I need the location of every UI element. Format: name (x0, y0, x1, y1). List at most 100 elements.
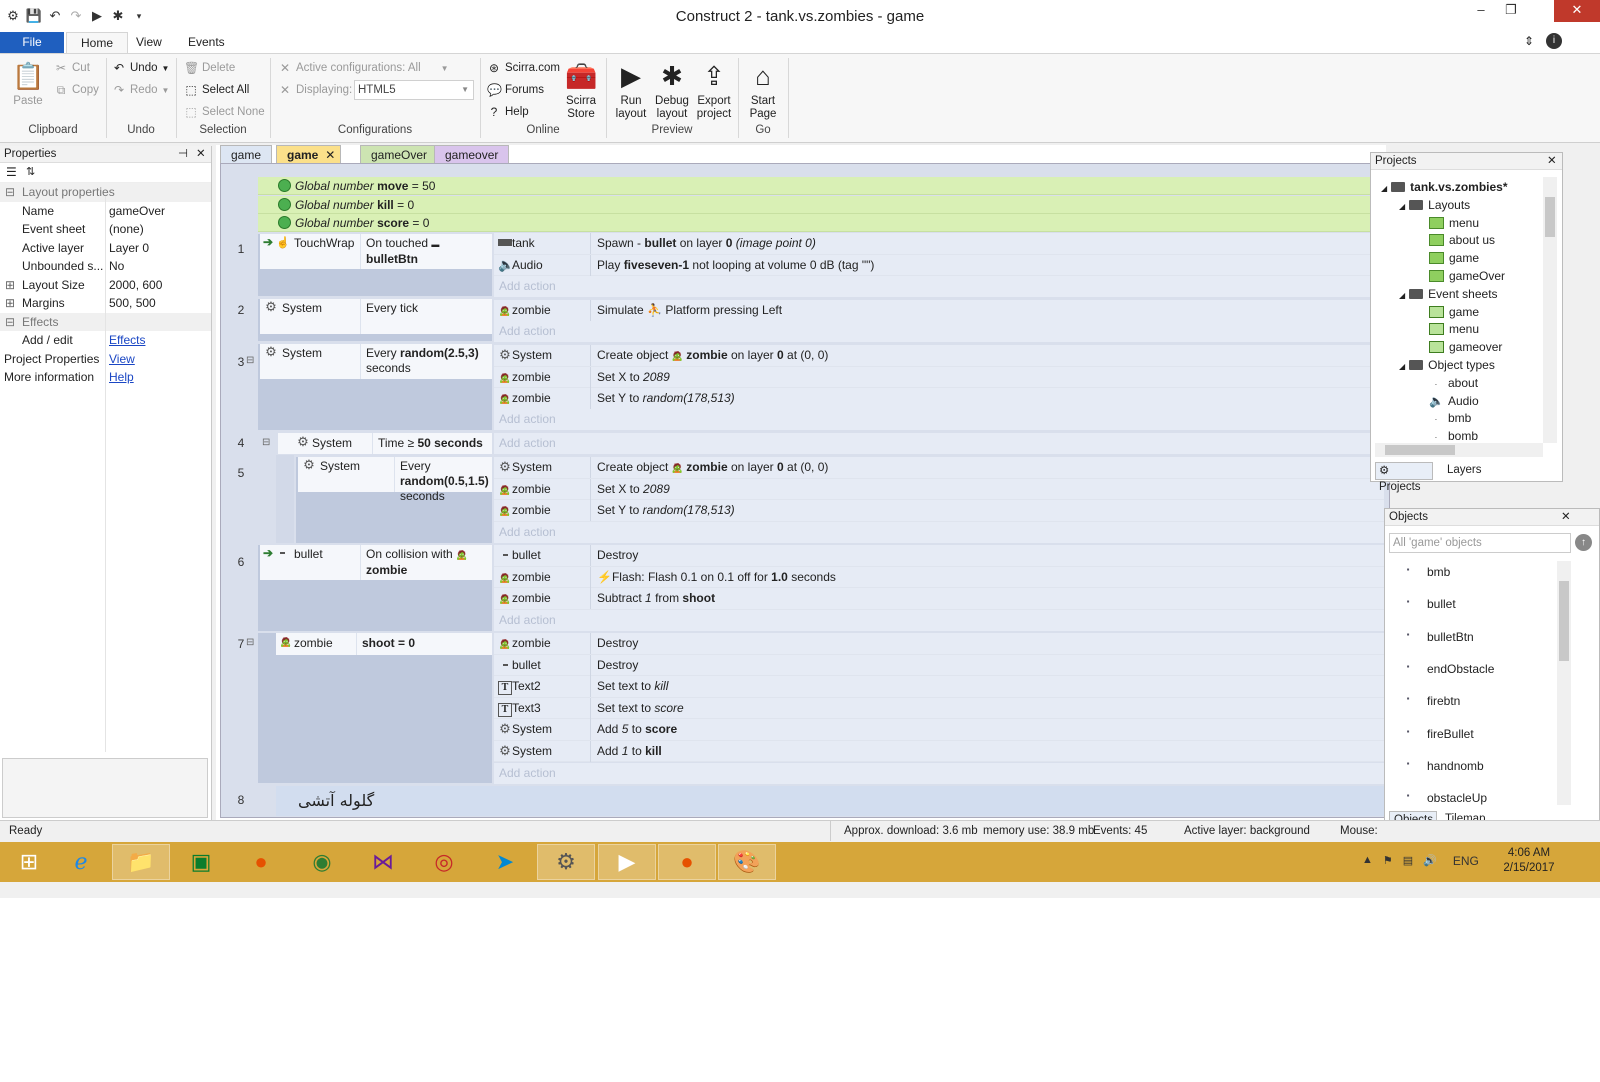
paste-button[interactable]: 📋 Paste (8, 60, 48, 108)
object-list-item[interactable]: ▪ bmb (1407, 565, 1451, 579)
tab-gameover-layout[interactable]: gameOver (360, 145, 439, 163)
maximize-button[interactable]: ❐ (1496, 0, 1526, 22)
effects-link[interactable]: Effects (109, 331, 145, 350)
objects-scrollbar[interactable] (1557, 561, 1571, 805)
select-all-button[interactable]: ⬚ Select All (184, 83, 249, 97)
collapse-icon[interactable]: ⊟ (246, 355, 254, 366)
add-action-link[interactable]: Add action (494, 321, 1384, 342)
expand-icon[interactable]: ◢ (1381, 184, 1387, 193)
action-row[interactable]: ⚙ System Add 1 to kill (494, 740, 1384, 762)
tab-gameover-sheet[interactable]: gameover (434, 145, 510, 163)
property-value[interactable]: 500, 500 (109, 294, 156, 313)
condition-row[interactable]: ➔ bullet On collision with 🧟 zombie (260, 545, 492, 580)
network-icon[interactable]: ▤ (1403, 854, 1413, 868)
help-link[interactable]: Help (109, 368, 134, 387)
tab-layers[interactable]: Layers (1447, 464, 1482, 476)
comment-row[interactable]: گلوله آتشی (276, 786, 1384, 816)
action-row[interactable]: tank Spawn - bullet on layer 0 (image poi… (494, 233, 1384, 255)
condition-row[interactable]: ⚙ System Every tick (260, 299, 492, 334)
visual-studio-taskbar-button[interactable]: ⋈ (354, 844, 412, 880)
tree-hscrollbar[interactable] (1375, 443, 1543, 457)
condition-row[interactable]: ⚙ System Every random(2.5,3) seconds (260, 344, 492, 379)
volume-icon[interactable]: 🔊 (1423, 854, 1437, 868)
action-row[interactable]: 🧟 zombie Set Y to random(178,513) (494, 388, 1384, 410)
action-row[interactable]: ⚙ System Create object 🧟 zombie on layer 0… (494, 345, 1384, 367)
flag-icon[interactable]: ⚑ (1383, 854, 1393, 868)
tab-view[interactable]: View (122, 32, 176, 53)
tree-project-root[interactable]: ◢ tank.vs.zombies* (1381, 179, 1508, 197)
close-button[interactable]: ✕ (1554, 0, 1600, 22)
tree-folder-object-types[interactable]: ◢ Object types (1399, 357, 1495, 375)
property-value[interactable]: (none) (109, 220, 144, 239)
sort-az-icon[interactable]: ⇅ (26, 165, 35, 178)
tab-home[interactable]: Home (66, 32, 129, 53)
undo-button[interactable]: ↶ Undo ▼ (112, 61, 169, 75)
select-none-button[interactable]: ⬚ Select None (184, 105, 264, 119)
action-row[interactable]: T Text2 Set text to kill (494, 676, 1384, 698)
property-value[interactable]: 2000, 600 (109, 276, 162, 295)
condition-row[interactable]: 🧟 zombie shoot = 0 (276, 633, 492, 655)
action-row[interactable]: ⚙ System Create object 🧟 zombie on layer 0… (494, 457, 1384, 479)
info-icon[interactable]: i (1546, 33, 1562, 49)
property-value[interactable]: Layer 0 (109, 239, 149, 258)
start-page-button[interactable]: ⌂ Start Page (744, 60, 782, 121)
action-row[interactable]: 🧟 zombie Set Y to random(178,513) (494, 500, 1384, 522)
tree-object-type[interactable]: · bmb (1429, 410, 1472, 428)
forums-link[interactable]: 💬 Forums (487, 83, 544, 97)
run-layout-button[interactable]: ▶ Run layout (612, 60, 650, 121)
global-variable-row[interactable]: Global number score = 0 (258, 214, 1388, 232)
start-button[interactable]: ⊞ (0, 844, 58, 880)
tree-layout[interactable]: menu (1429, 215, 1479, 233)
objects-filter-input[interactable]: All 'game' objects (1389, 533, 1571, 553)
action-row[interactable]: bullet Destroy (494, 545, 1384, 567)
action-row[interactable]: T Text3 Set text to score (494, 697, 1384, 719)
paint-taskbar-button[interactable]: 🎨 (718, 844, 776, 880)
project-tree[interactable]: ◢ tank.vs.zombies* ◢ Layouts menu about us gam… (1371, 177, 1541, 443)
collapse-ribbon-icon[interactable]: ⇕ (1524, 34, 1534, 48)
add-action-link[interactable]: Add action (494, 409, 1384, 430)
firefox2-taskbar-button[interactable]: ● (658, 844, 716, 880)
object-list-item[interactable]: ▪ handnomb (1407, 759, 1484, 773)
add-action-link[interactable]: Add action (494, 276, 1384, 297)
debug-layout-button[interactable]: ✱ Debug layout (652, 60, 692, 121)
tray-expand-icon[interactable]: ▲ (1362, 854, 1373, 868)
condition-row[interactable]: ⚙ System Every random(0.5,1.5) seconds (298, 457, 492, 503)
close-panel-icon[interactable]: ✕ (196, 146, 206, 163)
categorized-icon[interactable]: ☰ (6, 165, 17, 179)
close-panel-icon[interactable]: ✕ (1561, 509, 1571, 526)
help-link[interactable]: ? Help (487, 105, 529, 119)
add-action-link[interactable]: Add action (494, 522, 1384, 543)
cut-button[interactable]: ✂ Cut (54, 61, 90, 75)
condition-row[interactable]: ⚙ System Time ≥ 50 seconds (278, 433, 492, 454)
filter-up-icon[interactable]: ↑ (1575, 534, 1592, 551)
minimize-button[interactable]: – (1466, 0, 1496, 22)
property-value[interactable]: No (109, 257, 124, 276)
tree-layout[interactable]: gameOver (1429, 268, 1505, 286)
object-list-item[interactable]: ▪ fireBullet (1407, 727, 1474, 741)
global-variable-row[interactable]: Global number kill = 0 (258, 195, 1388, 214)
close-panel-icon[interactable]: ✕ (1547, 153, 1557, 170)
view-link[interactable]: View (109, 350, 135, 369)
event-block[interactable] (258, 633, 492, 783)
global-variable-row[interactable]: Global number move = 50 (258, 177, 1388, 195)
tree-layout[interactable]: game (1429, 250, 1479, 268)
construct2-taskbar-button[interactable]: ⚙ (537, 844, 595, 880)
action-row[interactable]: ⚙ System Add 5 to score (494, 719, 1384, 741)
active-configurations-dropdown[interactable]: ✕ Active configurations: All ▼ (278, 61, 449, 75)
store-taskbar-button[interactable]: ▣ (172, 844, 230, 880)
displaying-select[interactable]: HTML5 ▼ (354, 80, 474, 100)
tab-events[interactable]: Events (174, 32, 239, 53)
tree-scrollbar[interactable] (1543, 177, 1557, 443)
ie-taskbar-button[interactable]: ℯ (52, 844, 110, 880)
action-row[interactable]: 🔈 Audio Play fiveseven-1 not looping at vo… (494, 254, 1384, 276)
object-list-item[interactable]: ▪ bullet (1407, 597, 1456, 611)
action-row[interactable]: 🧟 zombie Simulate ⛹ Platform pressing Left (494, 300, 1384, 322)
delete-button[interactable]: 🗑 Delete (184, 61, 235, 75)
tree-event-sheet[interactable]: gameover (1429, 339, 1502, 357)
collapse-icon[interactable]: ⊟ (262, 437, 270, 448)
download-manager-taskbar-button[interactable]: ◉ (293, 844, 351, 880)
action-row[interactable]: 🧟 zombie Destroy (494, 633, 1384, 655)
add-action-link[interactable]: Add action (494, 433, 1384, 454)
tree-object-type[interactable]: 🔈 Audio (1429, 393, 1479, 411)
chrome-taskbar-button[interactable]: ◎ (415, 844, 473, 880)
